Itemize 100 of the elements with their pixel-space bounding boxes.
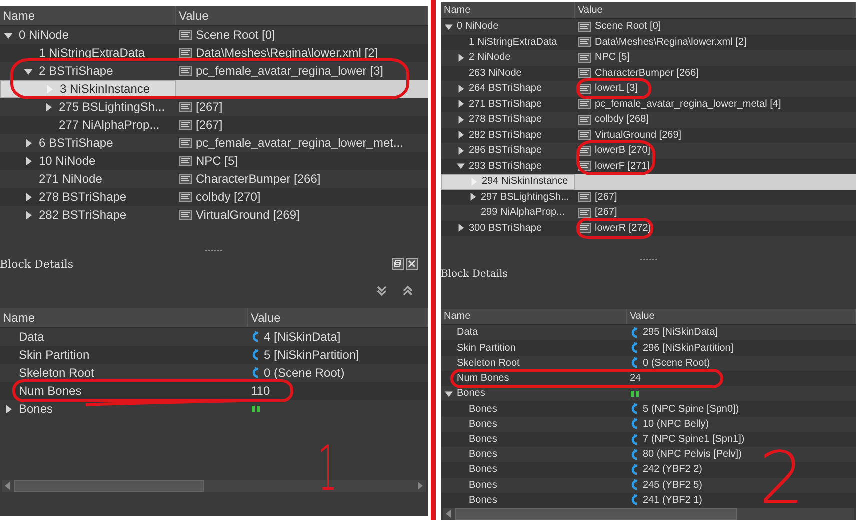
scroll-left-icon[interactable] bbox=[4, 482, 12, 490]
field-name: Bones bbox=[469, 434, 498, 445]
collapse-arrow-icon[interactable] bbox=[445, 390, 453, 398]
field-name: Bones bbox=[469, 418, 498, 430]
field-value: 242 (YBF2 2) bbox=[643, 464, 702, 476]
column-header[interactable]: Name bbox=[0, 308, 248, 327]
tree-row[interactable]: 294 NiSkinInstance bbox=[441, 174, 856, 190]
node-name: 300 BSTriShape bbox=[469, 222, 542, 234]
scroll-left-icon[interactable] bbox=[445, 510, 453, 518]
expand-arrow-icon[interactable] bbox=[44, 102, 53, 112]
link-arrow-icon bbox=[251, 349, 260, 361]
tree-row[interactable]: 3 NiSkinInstance bbox=[0, 80, 428, 98]
splitter-grip[interactable] bbox=[640, 258, 658, 262]
tree-row[interactable]: 277 NiAlphaProp... [267] bbox=[0, 116, 428, 134]
expand-arrow-icon[interactable] bbox=[24, 210, 33, 220]
node-value: [267] bbox=[196, 118, 223, 132]
link-arrow-icon bbox=[630, 448, 639, 461]
node-value: Scene Root [0] bbox=[595, 21, 662, 32]
field-name: Num Bones bbox=[457, 373, 510, 384]
field-value: 10 (NPC Belly) bbox=[643, 418, 710, 430]
node-value: [267] bbox=[595, 192, 618, 203]
column-header[interactable]: Name bbox=[441, 308, 627, 324]
node-name: 278 BSTriShape bbox=[39, 190, 127, 204]
expand-arrow-icon[interactable] bbox=[457, 100, 465, 108]
field-value: 5 (NPC Spine [Spn0]) bbox=[643, 404, 740, 415]
collapse-arrow-icon[interactable] bbox=[445, 22, 453, 31]
expand-arrow-icon[interactable] bbox=[4, 404, 13, 414]
text-icon bbox=[578, 208, 591, 218]
node-value: NPC [5] bbox=[196, 154, 238, 168]
node-name: 0 NiNode bbox=[19, 28, 70, 42]
expand-all-icon[interactable] bbox=[376, 285, 388, 297]
field-name: Bones bbox=[469, 449, 498, 460]
expand-arrow-icon[interactable] bbox=[457, 54, 465, 62]
field-name: Data bbox=[19, 330, 44, 344]
node-value: CharacterBumper [266] bbox=[595, 68, 699, 79]
node-name: 0 NiNode bbox=[457, 21, 499, 32]
node-value: lowerF [271] bbox=[595, 160, 650, 172]
tree-row[interactable]: 263 NiNode CharacterBumper [266] bbox=[441, 66, 856, 81]
tree-row[interactable]: 297 BSLightingSh... [267] bbox=[441, 190, 856, 205]
tree-row[interactable]: 10 NiNode NPC [5] bbox=[0, 152, 428, 170]
panel-title: Block Details bbox=[441, 268, 508, 280]
text-icon bbox=[578, 68, 591, 78]
expand-arrow-icon[interactable] bbox=[469, 193, 477, 202]
field-name: Skeleton Root bbox=[19, 366, 94, 380]
expand-arrow-icon[interactable] bbox=[457, 224, 465, 232]
tree-row[interactable]: 282 BSTriShape VirtualGround [269] bbox=[441, 128, 856, 143]
horizontal-scrollbar[interactable] bbox=[443, 508, 854, 520]
collapse-arrow-icon[interactable] bbox=[457, 162, 465, 170]
expand-arrow-icon[interactable] bbox=[457, 131, 465, 140]
link-arrow-icon bbox=[251, 367, 260, 379]
text-icon bbox=[179, 66, 192, 76]
node-name: 275 BSLightingSh... bbox=[59, 100, 166, 114]
column-header[interactable]: Name bbox=[441, 2, 575, 18]
field-name: Skeleton Root bbox=[457, 358, 520, 369]
expand-arrow-icon[interactable] bbox=[24, 138, 33, 148]
close-icon[interactable] bbox=[406, 258, 418, 270]
link-arrow-icon bbox=[630, 494, 639, 506]
column-header[interactable]: Name bbox=[0, 6, 176, 25]
splitter-grip[interactable] bbox=[205, 249, 223, 252]
node-value: [267] bbox=[196, 100, 223, 114]
expand-arrow-icon[interactable] bbox=[457, 146, 465, 155]
column-header[interactable]: Value bbox=[248, 308, 428, 327]
node-value: colbdy [270] bbox=[196, 190, 261, 204]
node-value: pc_female_avatar_regina_lower_met... bbox=[196, 136, 404, 150]
column-header[interactable]: Value bbox=[176, 6, 428, 25]
field-name: Bones bbox=[469, 404, 498, 415]
field-value: 296 [NiSkinPartition] bbox=[643, 342, 734, 354]
text-icon bbox=[578, 52, 591, 63]
collapse-all-icon[interactable] bbox=[402, 285, 414, 297]
expand-arrow-icon[interactable] bbox=[457, 116, 465, 124]
collapse-arrow-icon[interactable] bbox=[24, 66, 33, 76]
link-arrow-icon bbox=[630, 342, 639, 354]
expand-arrow-icon[interactable] bbox=[24, 156, 33, 166]
field-value: 5 [NiSkinPartition] bbox=[264, 348, 360, 362]
array-icon bbox=[251, 404, 261, 414]
field-value: 80 (NPC Pelvis [Pelv]) bbox=[643, 449, 742, 460]
collapse-arrow-icon[interactable] bbox=[4, 30, 13, 40]
field-name: Num Bones bbox=[19, 384, 82, 398]
tree-row[interactable]: 293 BSTriShape lowerF [271] bbox=[441, 158, 856, 174]
column-header[interactable]: Value bbox=[627, 308, 856, 324]
tree-row[interactable]: 271 BSTriShape pc_female_avatar_regina_lower_metal [4] bbox=[441, 96, 856, 112]
field-value: 245 (YBF2 5) bbox=[643, 480, 702, 491]
node-name: 2 BSTriShape bbox=[39, 64, 114, 78]
expand-arrow-icon[interactable] bbox=[24, 192, 33, 202]
column-header[interactable]: Value bbox=[575, 2, 856, 18]
float-icon[interactable] bbox=[392, 258, 404, 270]
link-arrow-icon bbox=[630, 479, 639, 492]
link-arrow-icon bbox=[251, 331, 260, 343]
node-name: 263 NiNode bbox=[469, 68, 522, 79]
expand-arrow-icon[interactable] bbox=[457, 84, 465, 93]
text-icon bbox=[578, 114, 591, 125]
scroll-right-icon[interactable] bbox=[416, 482, 424, 490]
text-icon bbox=[179, 48, 192, 58]
tree-row[interactable]: 278 BSTriShape colbdy [270] bbox=[0, 188, 428, 206]
tree-row[interactable]: 1 NiStringExtraData Data\Meshes\Regina\lower.xml [2] bbox=[441, 34, 856, 50]
node-value: NPC [5] bbox=[595, 52, 630, 64]
link-arrow-icon bbox=[630, 326, 639, 339]
field-name: Bones bbox=[469, 480, 498, 491]
field-name: Bones bbox=[457, 388, 486, 400]
tree-row[interactable]: 300 BSTriShape lowerR [272] bbox=[441, 220, 856, 236]
